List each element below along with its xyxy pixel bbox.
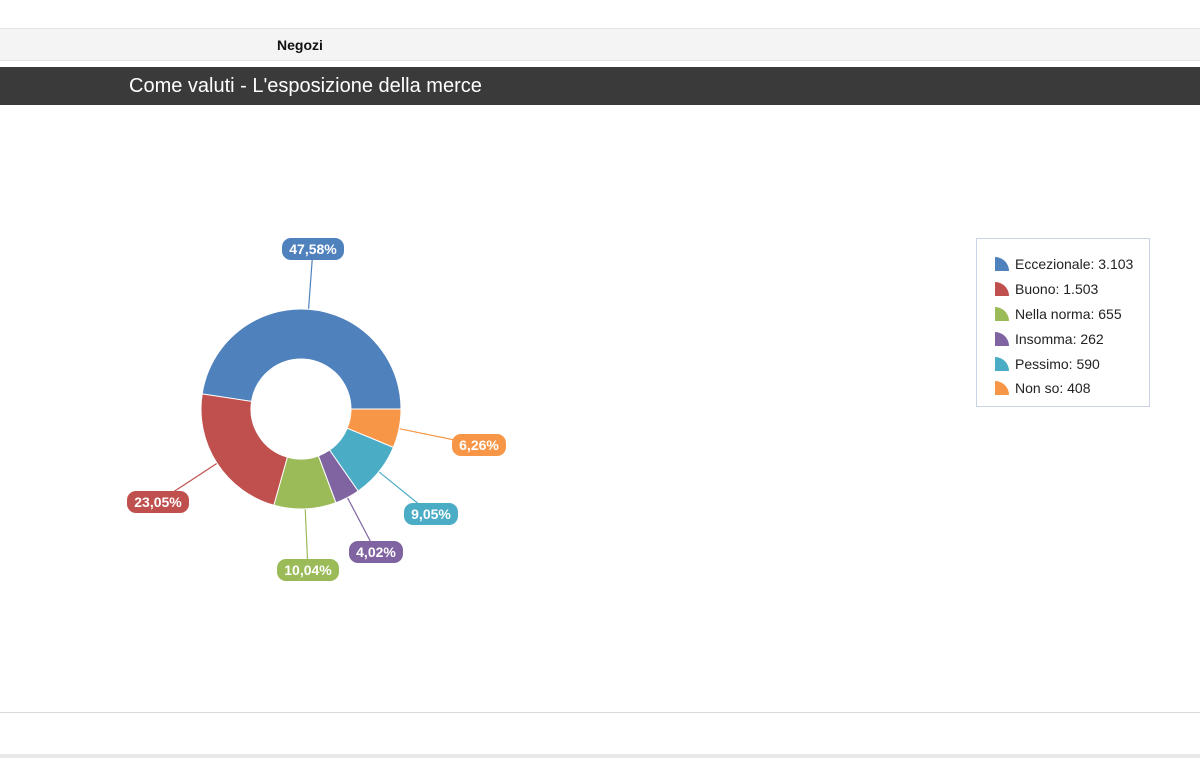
legend-swatch-icon — [995, 257, 1009, 272]
svg-text:47,58%: 47,58% — [289, 241, 337, 257]
svg-text:6,26%: 6,26% — [459, 437, 499, 453]
data-label-pessimo: 9,05% — [404, 503, 458, 525]
legend-item-pessimo[interactable]: Pessimo: 590 — [977, 351, 1149, 376]
legend-label: Non so: 408 — [1015, 380, 1091, 397]
legend-swatch-icon — [995, 306, 1009, 321]
chart-legend: Eccezionale: 3.103 Buono: 1.503 Nella norm… — [976, 238, 1150, 407]
slice-buono[interactable] — [200, 393, 289, 506]
data-label-insomma: 4,02% — [349, 541, 403, 563]
data-label-non-so: 6,26% — [452, 434, 506, 456]
data-label-buono: 23,05% — [127, 491, 189, 513]
legend-label: Buono: 1.503 — [1015, 281, 1099, 298]
legend-swatch-icon — [995, 282, 1009, 297]
legend-item-insomma[interactable]: Insomma: 262 — [977, 326, 1149, 351]
legend-item-non-so[interactable]: Non so: 408 — [977, 376, 1149, 401]
svg-text:4,02%: 4,02% — [356, 544, 396, 560]
svg-text:10,04%: 10,04% — [284, 562, 332, 578]
data-label-nella-norma: 10,04% — [277, 559, 339, 581]
legend-swatch-icon — [995, 356, 1009, 371]
legend-label: Insomma: 262 — [1015, 330, 1104, 347]
legend-label: Eccezionale: 3.103 — [1015, 256, 1134, 273]
svg-text:9,05%: 9,05% — [411, 506, 451, 522]
legend-label: Nella norma: 655 — [1015, 305, 1122, 322]
legend-swatch-icon — [995, 331, 1009, 346]
slice-eccezionale[interactable] — [201, 308, 402, 410]
svg-text:23,05%: 23,05% — [134, 494, 182, 510]
data-label-eccezionale: 47,58% — [282, 238, 344, 260]
legend-label: Pessimo: 590 — [1015, 355, 1100, 372]
legend-item-buono[interactable]: Buono: 1.503 — [977, 277, 1149, 302]
legend-item-nella-norma[interactable]: Nella norma: 655 — [977, 302, 1149, 327]
legend-swatch-icon — [995, 381, 1009, 396]
footer-divider — [0, 712, 1200, 713]
legend-item-eccezionale[interactable]: Eccezionale: 3.103 — [977, 252, 1149, 277]
footer-strip — [0, 754, 1200, 758]
